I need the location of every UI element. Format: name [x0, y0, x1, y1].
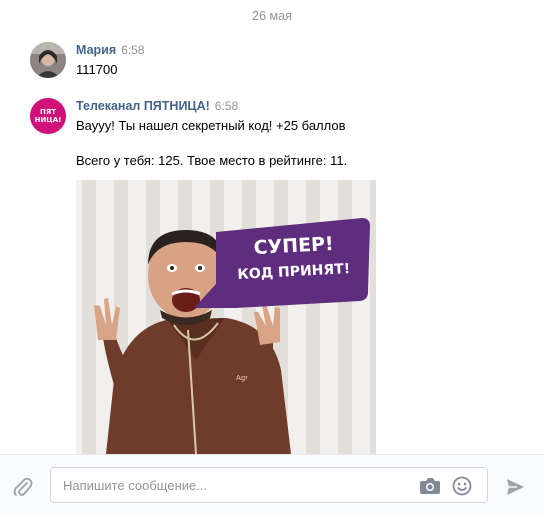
message-pyatnica: ПЯТ НИЦА! Телеканал ПЯТНИЦА! 6:58 Вауyy! …: [30, 98, 510, 178]
avatar-logo-text-2: НИЦА!: [35, 116, 62, 124]
message-input[interactable]: [63, 468, 403, 502]
message-text-line-1: Вауyy! Ты нашел секретный код! +25 балло…: [76, 118, 346, 133]
resize-handle[interactable]: [262, 510, 274, 515]
avatar[interactable]: [30, 42, 66, 78]
camera-icon[interactable]: [419, 476, 441, 496]
message-time: 6:58: [121, 43, 145, 57]
message-text-line-2: Всего у тебя: 125. Твое место в рейтинге…: [76, 153, 348, 168]
message-header: Мария 6:58: [76, 42, 145, 57]
bubble-text-1: СУПЕР!: [253, 233, 334, 259]
message-composer: [0, 454, 544, 516]
date-separator: 26 мая: [252, 9, 292, 23]
send-icon[interactable]: [505, 477, 525, 497]
author-name[interactable]: Мария: [76, 43, 116, 57]
author-name[interactable]: Телеканал ПЯТНИЦА!: [76, 99, 210, 113]
message-header: Телеканал ПЯТНИЦА! 6:58: [76, 98, 238, 113]
photo-attachment[interactable]: Agramov СУПЕР! КОД ПРИНЯТ!: [76, 180, 376, 454]
avatar-logo-text-1: ПЯТ: [40, 108, 56, 116]
message-input-box: [50, 467, 488, 503]
smile-icon[interactable]: [452, 476, 472, 496]
avatar[interactable]: ПЯТ НИЦА!: [30, 98, 66, 134]
message-time: 6:58: [214, 99, 239, 113]
message-text: 111700: [76, 62, 118, 77]
paperclip-icon[interactable]: [12, 477, 34, 499]
message-maria: Мария 6:58 111700: [30, 42, 510, 82]
